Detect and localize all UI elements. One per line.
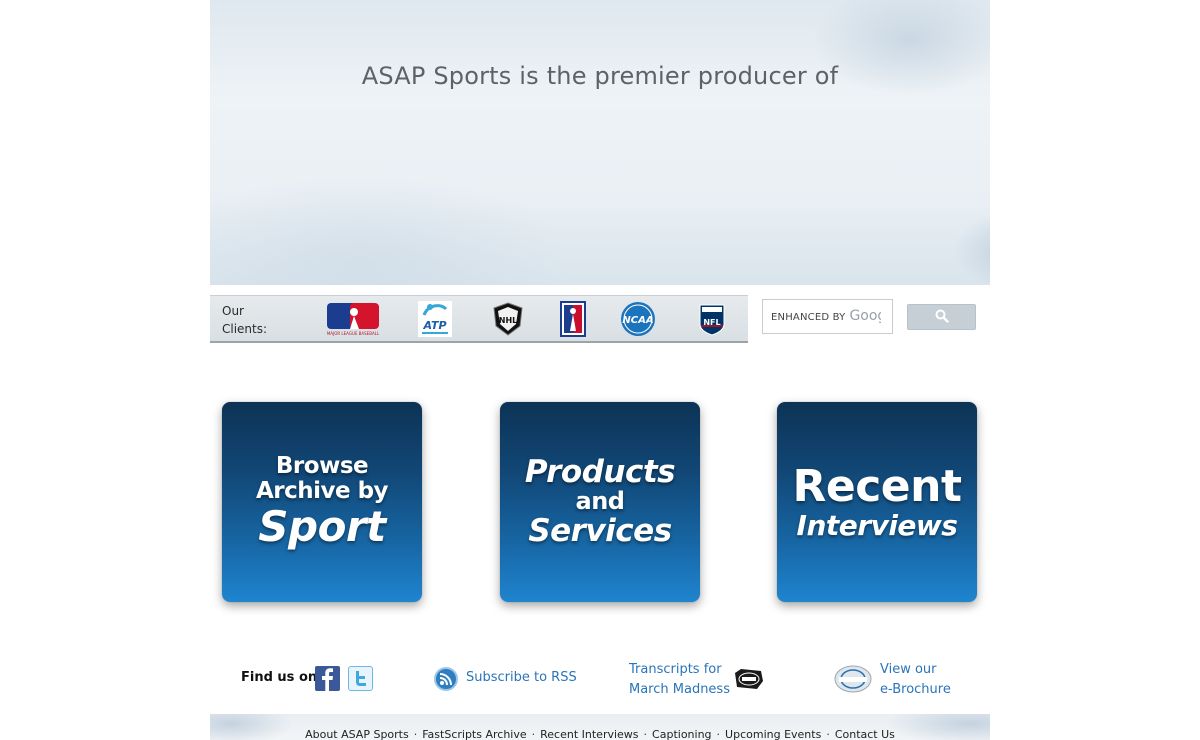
asap-sports-logo[interactable] bbox=[833, 664, 873, 694]
hero-headline: ASAP Sports is the premier producer of bbox=[361, 62, 839, 90]
nav-captioning[interactable]: Captioning bbox=[652, 728, 712, 740]
mlb-logo[interactable]: MAJOR LEAGUE BASEBALL bbox=[325, 300, 381, 338]
svg-text:ATP: ATP bbox=[422, 319, 446, 332]
twitter-icon[interactable] bbox=[348, 666, 373, 691]
search-placeholder-brand: Goog bbox=[849, 308, 881, 324]
tile-recent-line1: Recent bbox=[792, 461, 962, 513]
bottom-nav: About ASAP Sports · FastScripts Archive · Re… bbox=[210, 728, 990, 740]
nfl-logo[interactable]: NFL bbox=[696, 300, 728, 338]
march-madness-link[interactable]: Transcripts for March Madness bbox=[629, 660, 730, 700]
svg-text:NHL: NHL bbox=[499, 316, 518, 325]
clients-bar: Our Clients: MAJOR LEAGUE BASEBALL ATP N… bbox=[210, 295, 748, 343]
pga-tour-logo[interactable] bbox=[558, 300, 588, 338]
find-us-label: Find us on bbox=[241, 670, 318, 685]
tile-browse-line2: Archive by bbox=[255, 478, 389, 505]
nav-fastscripts-archive[interactable]: FastScripts Archive bbox=[422, 728, 526, 740]
search-button[interactable] bbox=[907, 304, 976, 330]
nav-about[interactable]: About ASAP Sports bbox=[305, 728, 409, 740]
recent-interviews-tile[interactable]: Recent Interviews bbox=[777, 402, 977, 602]
march-madness-badge-icon[interactable] bbox=[733, 667, 765, 691]
tile-products-line3: Services bbox=[528, 512, 672, 549]
hero-banner: ASAP Sports is the premier producer of bbox=[210, 0, 990, 285]
search-input[interactable]: ENHANCED BYGoog bbox=[771, 308, 881, 326]
bottom-nav-band: About ASAP Sports · FastScripts Archive · Re… bbox=[210, 714, 990, 740]
products-and-services-tile[interactable]: Products and Services bbox=[500, 402, 700, 602]
atp-logo[interactable]: ATP bbox=[415, 300, 455, 338]
nav-contact-us[interactable]: Contact Us bbox=[835, 728, 895, 740]
search-box[interactable]: ENHANCED BYGoog bbox=[762, 299, 893, 334]
facebook-icon[interactable] bbox=[315, 666, 340, 691]
march-madness-line2: March Madness bbox=[629, 682, 730, 697]
tile-products-line2: and bbox=[575, 487, 625, 516]
clients-label: Our Clients: bbox=[222, 304, 268, 336]
search-icon bbox=[935, 308, 949, 327]
nhl-logo[interactable]: NHL bbox=[490, 300, 526, 338]
tile-browse-line3: Sport bbox=[258, 502, 386, 552]
nav-upcoming-events[interactable]: Upcoming Events bbox=[725, 728, 821, 740]
tile-products-line1: Products bbox=[524, 453, 676, 490]
svg-text:NCAA: NCAA bbox=[622, 315, 653, 326]
march-madness-line1: Transcripts for bbox=[629, 662, 722, 677]
svg-text:MAJOR LEAGUE BASEBALL: MAJOR LEAGUE BASEBALL bbox=[327, 331, 380, 336]
rss-icon[interactable] bbox=[434, 667, 458, 691]
nav-separator: · bbox=[413, 728, 418, 740]
nav-separator: · bbox=[716, 728, 721, 740]
tile-browse-line1: Browse bbox=[275, 453, 369, 480]
nav-separator: · bbox=[531, 728, 536, 740]
nav-separator: · bbox=[643, 728, 648, 740]
e-brochure-link[interactable]: View our e-Brochure bbox=[880, 660, 951, 700]
ncaa-logo[interactable]: NCAA bbox=[618, 300, 658, 338]
nav-separator: · bbox=[826, 728, 830, 740]
nav-recent-interviews[interactable]: Recent Interviews bbox=[540, 728, 638, 740]
subscribe-rss-link[interactable]: Subscribe to RSS bbox=[466, 670, 577, 685]
search-placeholder-enhanced: ENHANCED BY bbox=[771, 312, 846, 323]
brochure-line2: e-Brochure bbox=[880, 682, 951, 697]
tile-recent-line2: Interviews bbox=[796, 508, 958, 542]
browse-archive-by-sport-tile[interactable]: Browse Archive by Sport bbox=[222, 402, 422, 602]
brochure-line1: View our bbox=[880, 662, 937, 677]
